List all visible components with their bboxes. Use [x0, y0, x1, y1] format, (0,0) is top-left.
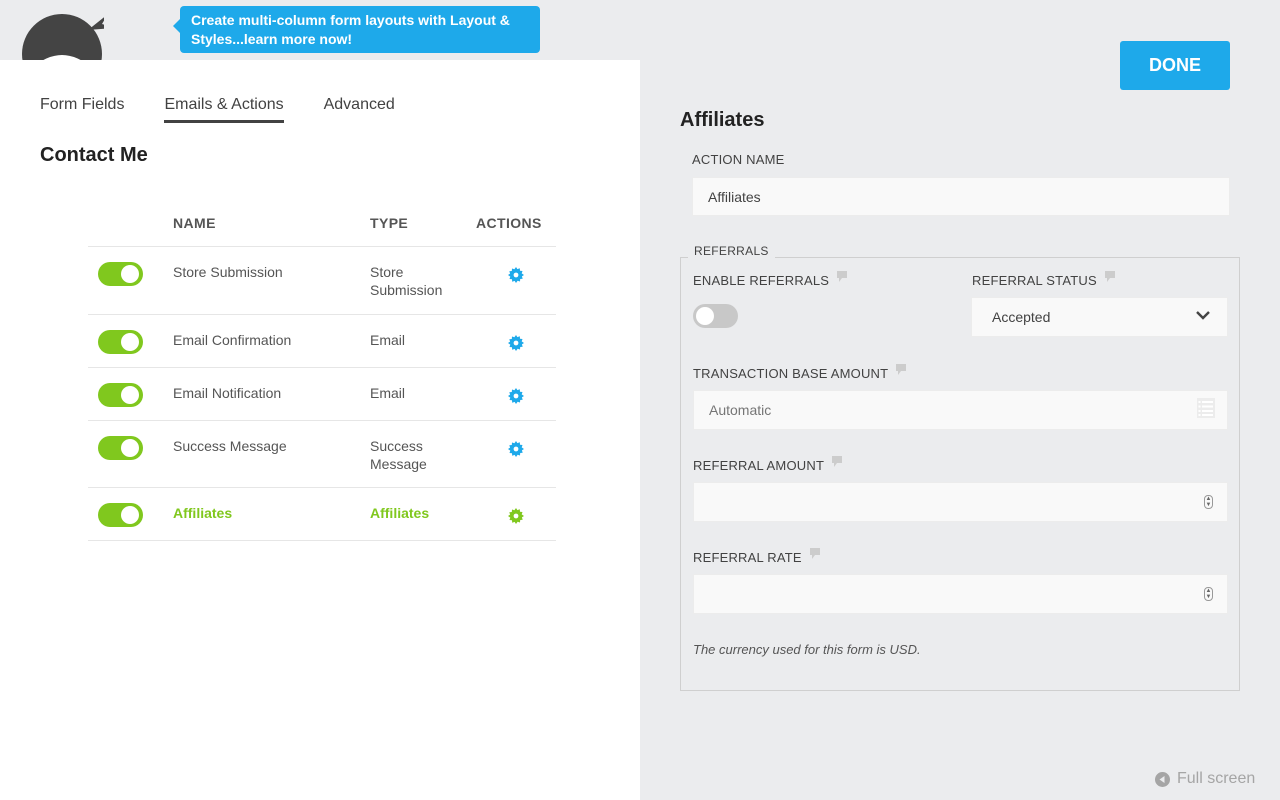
referral-status-select[interactable]: Accepted [971, 297, 1228, 337]
referral-amount-input[interactable] [693, 482, 1228, 522]
type-line: Submission [370, 282, 443, 298]
action-name: Email Confirmation [173, 332, 292, 348]
form-title: Contact Me [40, 144, 148, 166]
table-row[interactable]: Success Message Success Message [88, 421, 556, 488]
number-spinner[interactable]: ▲ ▼ [1204, 587, 1213, 601]
help-tooltip-icon[interactable] [837, 271, 848, 282]
help-tooltip-icon[interactable] [896, 364, 907, 375]
type-line: Store [370, 264, 404, 280]
type-line: Message [370, 456, 427, 472]
table-header: NAME TYPE ACTIONS [88, 210, 556, 247]
label-text: ACTION NAME [692, 152, 785, 167]
type-line: Success [370, 438, 423, 454]
enable-toggle[interactable] [98, 503, 143, 527]
enable-toggle[interactable] [98, 330, 143, 354]
action-name-label: ACTION NAME [692, 152, 784, 167]
help-tooltip-icon[interactable] [1104, 271, 1115, 282]
actions-table: NAME TYPE ACTIONS Store Submission Store… [88, 210, 556, 541]
transaction-base-input[interactable] [693, 390, 1228, 430]
action-type: Affiliates [370, 505, 430, 521]
fullscreen-toggle[interactable]: Full screen [1155, 770, 1255, 788]
action-name: Email Notification [173, 385, 282, 401]
enable-toggle[interactable] [98, 436, 143, 460]
enable-referrals-toggle[interactable] [693, 304, 738, 328]
action-name: Success Message [173, 438, 287, 454]
transaction-base-label: TRANSACTION BASE AMOUNT [693, 364, 907, 381]
header-name: NAME [173, 215, 216, 231]
gear-icon[interactable] [508, 388, 524, 404]
builder-tabs: Form Fields Emails & Actions Advanced [40, 96, 435, 123]
header-toggle [88, 210, 173, 246]
builder-panel: Form Fields Emails & Actions Advanced Co… [0, 60, 640, 800]
label-text: REFERRAL AMOUNT [693, 458, 825, 473]
drawer-title: Affiliates [680, 109, 765, 131]
label-text: ENABLE REFERRALS [693, 273, 830, 288]
gear-icon[interactable] [508, 267, 524, 283]
merge-tags-list-icon[interactable] [1197, 398, 1215, 418]
gear-icon[interactable] [508, 441, 524, 457]
collapse-arrow-icon [1155, 771, 1170, 787]
tab-form-fields[interactable]: Form Fields [40, 96, 124, 123]
header-actions: ACTIONS [476, 215, 542, 231]
action-name: Affiliates [173, 505, 233, 521]
table-row[interactable]: Affiliates Affiliates [88, 488, 556, 541]
tab-emails-actions[interactable]: Emails & Actions [164, 96, 284, 123]
table-row[interactable]: Store Submission Store Submission [88, 247, 556, 315]
action-name-input[interactable] [692, 177, 1230, 216]
tab-advanced[interactable]: Advanced [324, 96, 395, 123]
header-type: TYPE [370, 215, 409, 231]
action-name: Store Submission [173, 264, 283, 280]
selected-value: Accepted [992, 309, 1051, 325]
fullscreen-label: Full screen [1177, 770, 1256, 787]
table-row[interactable]: Email Confirmation Email [88, 315, 556, 368]
action-type: Email [370, 385, 406, 401]
done-button[interactable]: DONE [1120, 41, 1230, 90]
gear-icon[interactable] [508, 335, 524, 351]
enable-toggle[interactable] [98, 383, 143, 407]
referral-rate-label: REFERRAL RATE [693, 548, 820, 565]
referral-amount-label: REFERRAL AMOUNT [693, 456, 843, 473]
help-tooltip-icon[interactable] [809, 548, 820, 559]
promo-tooltip[interactable]: Create multi-column form layouts with La… [173, 6, 540, 53]
label-text: REFERRAL RATE [693, 550, 802, 565]
enable-toggle[interactable] [98, 262, 143, 286]
action-type: Email [370, 332, 406, 348]
enable-referrals-label: ENABLE REFERRALS [693, 271, 848, 288]
currency-note: The currency used for this form is USD. [693, 642, 921, 657]
referrals-legend: REFERRALS [688, 244, 775, 258]
label-text: REFERRAL STATUS [972, 273, 1097, 288]
chevron-down-icon [1196, 311, 1210, 320]
referral-status-label: REFERRAL STATUS [972, 271, 1115, 288]
number-spinner[interactable]: ▲ ▼ [1204, 495, 1213, 509]
label-text: TRANSACTION BASE AMOUNT [693, 366, 889, 381]
help-tooltip-icon[interactable] [832, 456, 843, 467]
action-type: Success Message [370, 421, 476, 487]
gear-icon[interactable] [508, 508, 524, 524]
ninja-logo [22, 8, 104, 68]
table-row[interactable]: Email Notification Email [88, 368, 556, 421]
action-type: Store Submission [370, 247, 476, 314]
referral-rate-input[interactable] [693, 574, 1228, 614]
